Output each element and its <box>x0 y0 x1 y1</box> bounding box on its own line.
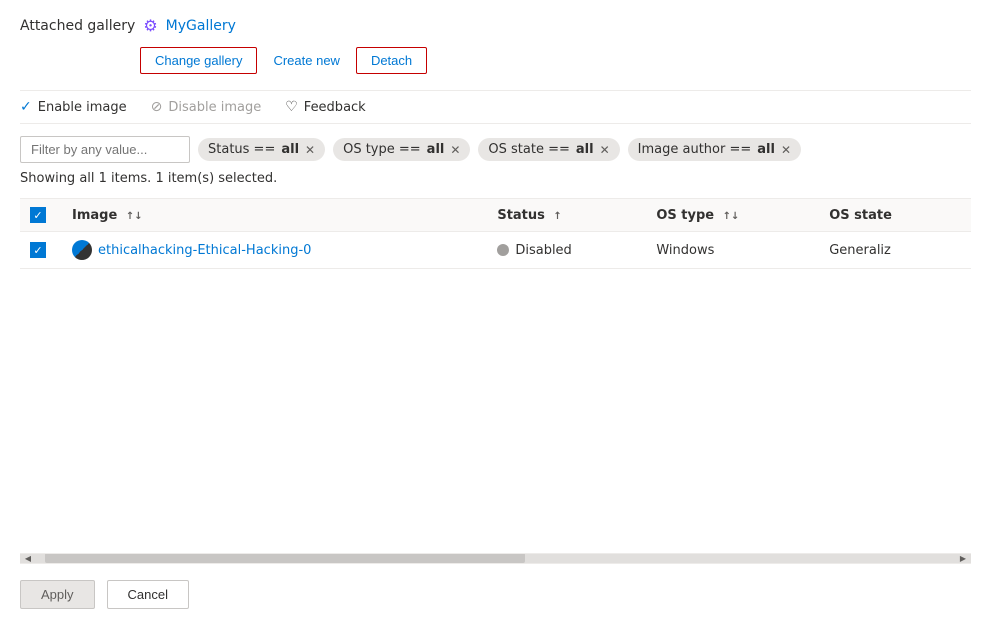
toolbar: ✓ Enable image ⊘ Disable image ♡ Feedbac… <box>20 90 971 124</box>
image-author-chip-key: Image author == <box>638 142 752 157</box>
os-state-chip-key: OS state == <box>488 142 569 157</box>
image-name: ethicalhacking-Ethical-Hacking-0 <box>98 243 311 258</box>
table-row: ✓ ethicalhacking-Ethical-Hacking-0 Di <box>20 232 971 269</box>
disable-image-label: Disable image <box>168 100 261 115</box>
horizontal-scrollbar[interactable]: ◀ ▶ <box>20 553 971 563</box>
image-author-chip-close[interactable]: ✕ <box>781 144 791 156</box>
image-author-filter-chip: Image author == all ✕ <box>628 138 801 161</box>
feedback-label: Feedback <box>304 100 366 115</box>
image-sort-icon: ↑↓ <box>126 211 143 222</box>
enable-image-toolbar-item[interactable]: ✓ Enable image <box>20 99 127 115</box>
status-sort-icon: ↑ <box>553 211 561 222</box>
feedback-toolbar-item[interactable]: ♡ Feedback <box>285 99 365 115</box>
row-os-state-cell: Generaliz <box>817 232 971 269</box>
status-filter-chip: Status == all ✕ <box>198 138 325 161</box>
detach-button[interactable]: Detach <box>356 47 427 74</box>
col-header-status[interactable]: Status ↑ <box>485 199 644 232</box>
col-header-image[interactable]: Image ↑↓ <box>60 199 485 232</box>
table-header-row: ✓ Image ↑↓ Status ↑ OS type ↑↓ <box>20 199 971 232</box>
scroll-right-button[interactable]: ▶ <box>955 553 971 563</box>
row-checkbox-cell: ✓ <box>20 232 60 269</box>
cancel-button[interactable]: Cancel <box>107 580 189 609</box>
status-chip-close[interactable]: ✕ <box>305 144 315 156</box>
scrollbar-thumb[interactable] <box>45 553 525 563</box>
image-link[interactable]: ethicalhacking-Ethical-Hacking-0 <box>72 240 473 260</box>
filter-row: Status == all ✕ OS type == all ✕ OS stat… <box>20 136 971 163</box>
os-state-chip-val: all <box>576 142 594 157</box>
scroll-left-button[interactable]: ◀ <box>20 553 36 563</box>
header-checkbox[interactable]: ✓ <box>30 207 46 223</box>
apply-button[interactable]: Apply <box>20 580 95 609</box>
table-container: ✓ Image ↑↓ Status ↑ OS type ↑↓ <box>20 198 971 553</box>
checkmark-icon: ✓ <box>20 99 32 115</box>
os-type-chip-key: OS type == <box>343 142 421 157</box>
images-table: ✓ Image ↑↓ Status ↑ OS type ↑↓ <box>20 199 971 269</box>
image-author-chip-val: all <box>757 142 775 157</box>
os-type-chip-val: all <box>427 142 445 157</box>
row-status-cell: Disabled <box>485 232 644 269</box>
header-checkbox-cell: ✓ <box>20 199 60 232</box>
os-type-filter-chip: OS type == all ✕ <box>333 138 470 161</box>
os-type-sort-icon: ↑↓ <box>723 211 740 222</box>
row-image-cell: ethicalhacking-Ethical-Hacking-0 <box>60 232 485 269</box>
row-os-type-cell: Windows <box>644 232 817 269</box>
disable-image-toolbar-item[interactable]: ⊘ Disable image <box>151 99 262 115</box>
os-state-filter-chip: OS state == all ✕ <box>478 138 619 161</box>
footer-row: Apply Cancel <box>20 563 971 617</box>
os-type-chip-close[interactable]: ✕ <box>450 144 460 156</box>
os-state-chip-close[interactable]: ✕ <box>600 144 610 156</box>
attached-gallery-label: Attached gallery <box>20 18 135 34</box>
create-new-button[interactable]: Create new <box>273 48 339 73</box>
status-chip-key: Status == <box>208 142 275 157</box>
heart-icon: ♡ <box>285 99 298 115</box>
block-icon: ⊘ <box>151 99 163 115</box>
col-header-os-type[interactable]: OS type ↑↓ <box>644 199 817 232</box>
status-text: Showing all 1 items. 1 item(s) selected. <box>20 171 971 186</box>
filter-input[interactable] <box>20 136 190 163</box>
status-dot-icon <box>497 244 509 256</box>
row-checkbox[interactable]: ✓ <box>30 242 46 258</box>
col-header-os-state[interactable]: OS state <box>817 199 971 232</box>
gallery-icon: ⚙ <box>143 16 157 35</box>
enable-image-label: Enable image <box>38 100 127 115</box>
status-chip-val: all <box>281 142 299 157</box>
os-state-value: Generaliz <box>829 243 891 258</box>
gallery-name-link[interactable]: MyGallery <box>166 18 236 34</box>
os-type-value: Windows <box>656 243 714 258</box>
change-gallery-button[interactable]: Change gallery <box>140 47 257 74</box>
status-value: Disabled <box>515 243 571 258</box>
image-icon <box>72 240 92 260</box>
